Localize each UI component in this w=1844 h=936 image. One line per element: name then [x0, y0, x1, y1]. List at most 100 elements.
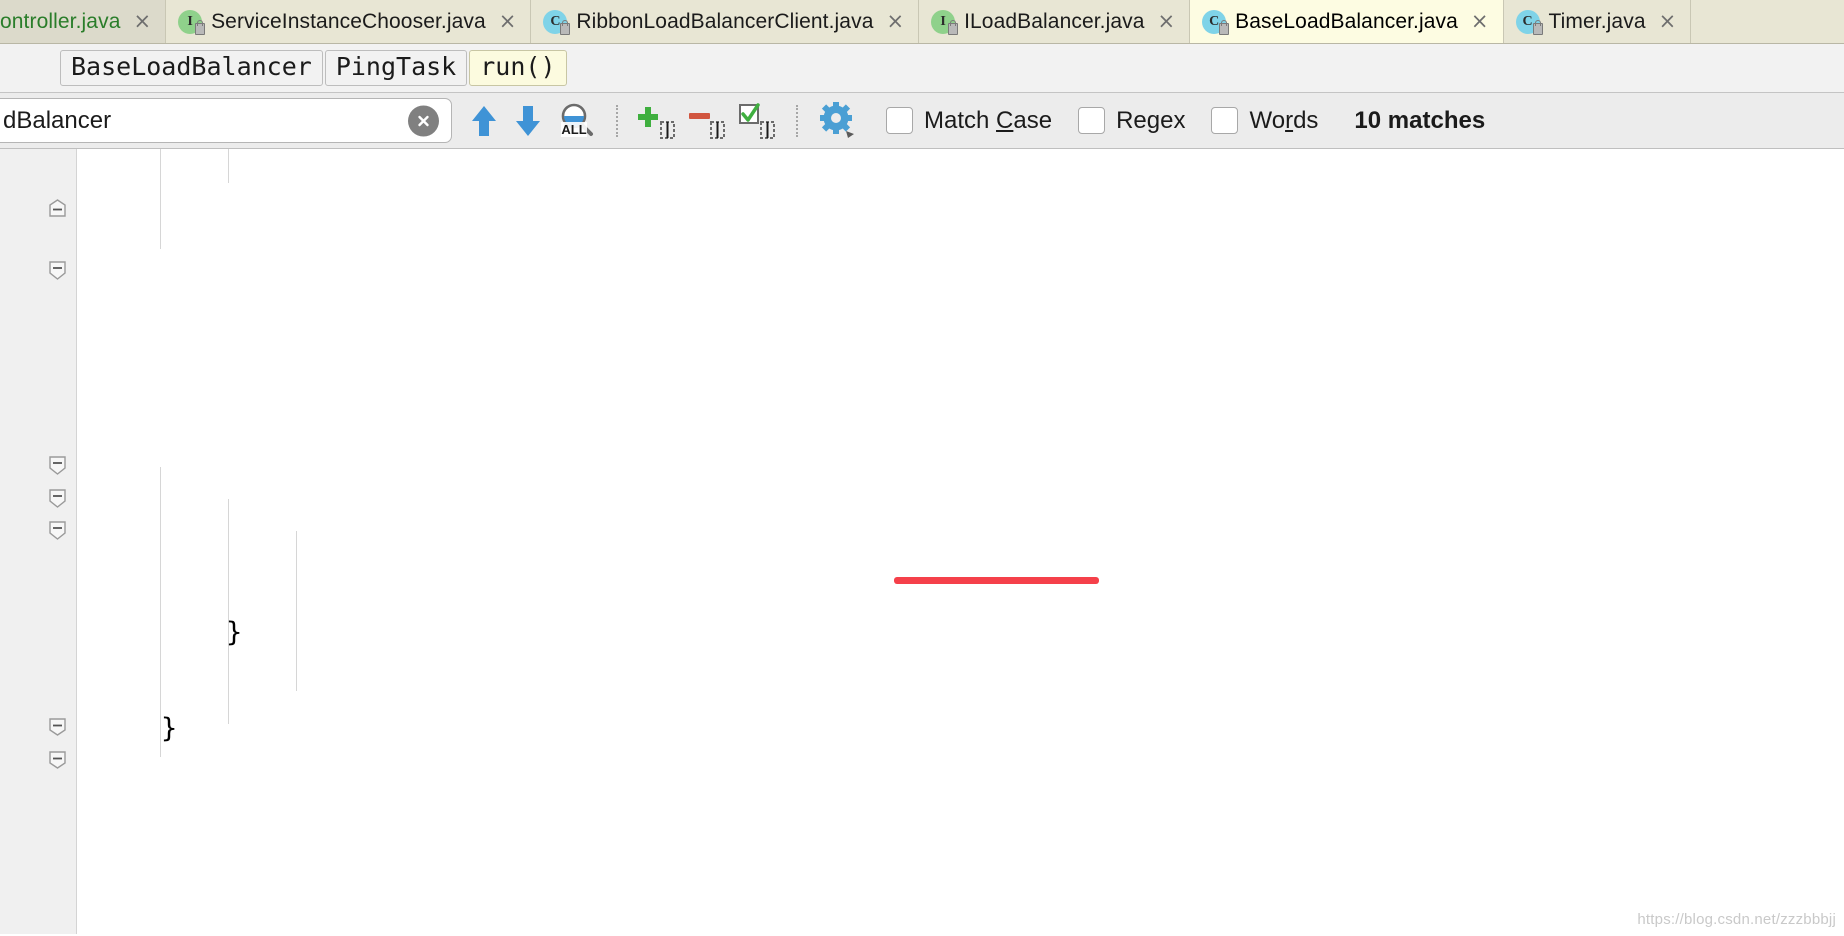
fold-marker-class[interactable] — [48, 456, 67, 475]
code-token-text: } — [96, 713, 178, 744]
breadcrumb-item-method[interactable]: run() — [469, 49, 567, 87]
fold-collapse-icon — [49, 521, 66, 540]
find-all-button[interactable]: ALL — [550, 98, 602, 143]
indent-guide — [296, 531, 297, 691]
words-checkbox[interactable] — [1211, 107, 1239, 134]
close-icon[interactable]: × — [499, 11, 517, 32]
editor-tab-iloadbalancer[interactable]: I ILoadBalancer.java × — [919, 0, 1191, 43]
editor-tab-timer[interactable]: C Timer.java × — [1503, 0, 1692, 43]
interface-icon-letter: I — [940, 13, 946, 29]
select-all-occurrences-icon — [739, 102, 775, 139]
lock-icon — [1219, 19, 1230, 35]
match-count-label: 10 matches — [1354, 106, 1486, 134]
match-case-checkbox[interactable] — [886, 107, 913, 134]
remove-selection-button[interactable] — [682, 98, 732, 143]
code-editor[interactable]: lbTimer.cancel(); } } /** * TimerTask th… — [0, 149, 1844, 934]
add-occurrence-icon — [638, 106, 675, 139]
fold-expand-icon — [49, 718, 66, 736]
clear-search-icon[interactable] — [408, 105, 439, 136]
find-toolbar: dBalancer ALL Match Case Regex Words 10 … — [0, 93, 1844, 149]
watermark: https://blog.csdn.net/zzzbbbjj — [1637, 911, 1836, 928]
fold-marker-method[interactable] — [48, 489, 67, 508]
fold-collapse-icon — [49, 261, 66, 280]
close-icon[interactable]: × — [886, 11, 904, 32]
arrow-up-icon — [472, 105, 496, 136]
fold-marker-try[interactable] — [48, 521, 67, 540]
fold-marker-end-method[interactable] — [48, 717, 67, 736]
ide-window: ontroller.java × I ServiceInstanceChoose… — [0, 0, 1844, 936]
editor-tab-label: ontroller.java — [0, 9, 121, 33]
regex-option[interactable]: Regex — [1078, 107, 1185, 135]
code-line[interactable]: lbTimer.cancel(); — [76, 501, 1844, 521]
editor-tab-bar: ontroller.java × I ServiceInstanceChoose… — [0, 0, 1844, 44]
gear-icon — [820, 101, 854, 138]
code-line[interactable]: } — [76, 713, 1844, 745]
toolbar-separator-2 — [796, 104, 798, 137]
search-input-value: dBalancer — [3, 106, 112, 134]
lock-icon — [1532, 19, 1543, 35]
fold-marker-comment[interactable] — [48, 261, 67, 280]
indent-guide — [228, 499, 229, 724]
arrow-down-icon — [516, 105, 540, 136]
lock-icon — [948, 19, 959, 35]
code-line-blank[interactable] — [76, 809, 1844, 841]
class-icon-letter: C — [1209, 13, 1220, 29]
class-icon-letter: C — [1522, 13, 1533, 29]
editor-tab-label: Timer.java — [1548, 9, 1646, 33]
search-input[interactable]: dBalancer — [0, 98, 452, 143]
words-option[interactable]: Words — [1211, 107, 1318, 135]
class-icon: C — [1515, 9, 1543, 35]
code-token-text: } — [96, 617, 243, 648]
interface-icon-letter: I — [187, 13, 193, 29]
regex-label: Regex — [1116, 106, 1186, 134]
interface-icon: I — [178, 9, 206, 35]
lock-icon — [195, 19, 206, 35]
match-case-label: Match Case — [924, 106, 1053, 134]
class-icon-letter: C — [550, 13, 561, 29]
remove-occurrence-icon — [689, 112, 725, 139]
lock-icon — [560, 19, 571, 35]
close-icon[interactable]: × — [1471, 11, 1489, 32]
indent-guide — [160, 149, 161, 249]
breadcrumb-item-inner-class[interactable]: PingTask — [324, 49, 468, 87]
svg-text:ALL: ALL — [561, 122, 586, 137]
class-icon: C — [1202, 9, 1230, 35]
add-selection-button[interactable] — [632, 98, 682, 143]
find-settings-button[interactable] — [812, 98, 864, 143]
fold-collapse-icon — [49, 456, 66, 475]
breadcrumb-item-class[interactable]: BaseLoadBalancer — [60, 49, 323, 87]
match-case-option[interactable]: Match Case — [886, 107, 1052, 135]
fold-marker-collapse[interactable] — [48, 199, 67, 218]
close-icon[interactable]: × — [1659, 11, 1677, 32]
toolbar-separator — [616, 104, 618, 137]
select-all-occurrences-button[interactable] — [732, 98, 782, 143]
find-all-icon: ALL — [561, 103, 593, 137]
find-next-button[interactable] — [506, 98, 550, 143]
words-label: Words — [1249, 106, 1319, 134]
editor-tab-serviceinstancechooser[interactable]: I ServiceInstanceChooser.java × — [166, 0, 532, 43]
editor-tab-label: RibbonLoadBalancerClient.java — [576, 9, 874, 33]
close-icon[interactable]: × — [1158, 11, 1176, 32]
breadcrumb: BaseLoadBalancer PingTask run() — [0, 44, 1844, 93]
editor-tab-label: ILoadBalancer.java — [964, 9, 1145, 33]
editor-tab-ribbonloadbalancerclient[interactable]: C RibbonLoadBalancerClient.java × — [531, 0, 920, 43]
code-line[interactable]: } — [76, 617, 1844, 649]
close-glyph — [418, 115, 429, 126]
editor-tab-baseloadbalancer[interactable]: C BaseLoadBalancer.java × — [1190, 0, 1504, 43]
editor-gutter[interactable] — [0, 149, 77, 934]
editor-tab-label: ServiceInstanceChooser.java — [211, 9, 486, 33]
fold-collapse-icon — [49, 199, 66, 217]
interface-icon: I — [931, 9, 959, 35]
fold-expand-icon — [49, 751, 66, 769]
close-icon[interactable]: × — [133, 11, 151, 32]
editor-tab-label: BaseLoadBalancer.java — [1235, 9, 1458, 33]
class-icon: C — [543, 9, 571, 35]
code-content[interactable]: lbTimer.cancel(); } } /** * TimerTask th… — [76, 149, 1844, 934]
red-underline-annotation — [894, 577, 1099, 584]
editor-tab-controller[interactable]: ontroller.java × — [0, 0, 167, 43]
regex-checkbox[interactable] — [1078, 107, 1106, 134]
fold-collapse-icon — [49, 489, 66, 508]
fold-marker-end-class[interactable] — [48, 750, 67, 769]
indent-guide — [228, 149, 229, 183]
find-previous-button[interactable] — [462, 98, 506, 143]
